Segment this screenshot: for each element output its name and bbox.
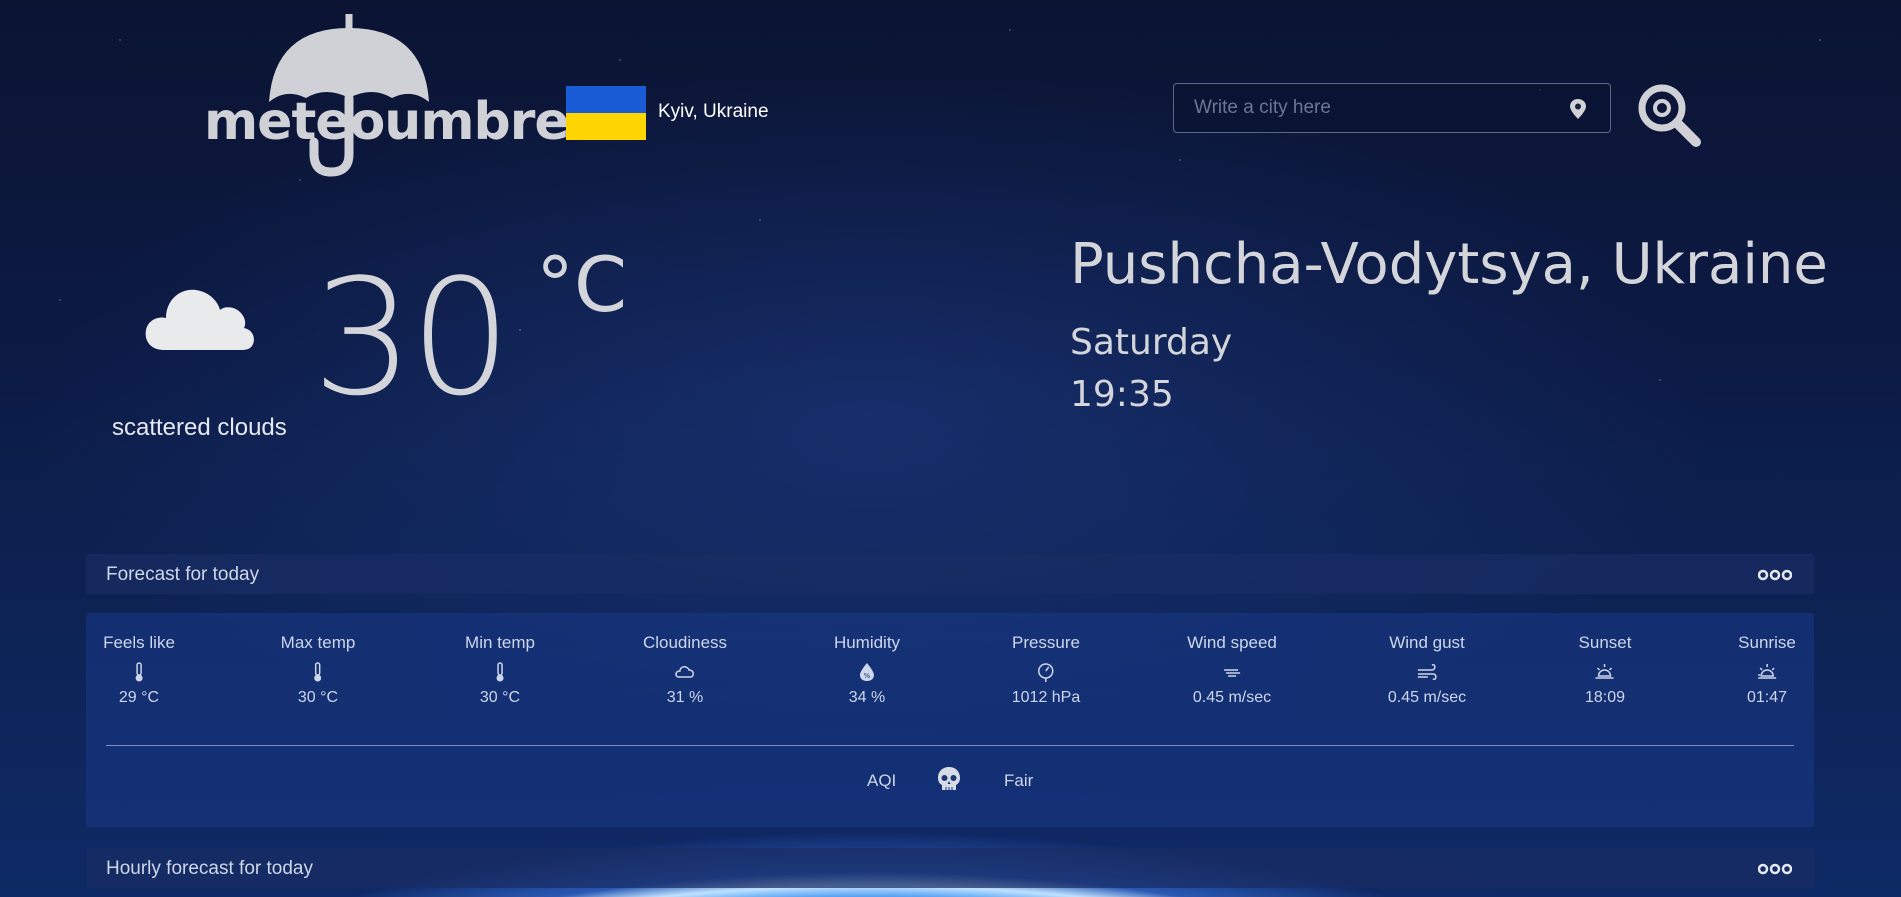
metric-feels-like: Feels like 29 °C (103, 633, 175, 707)
sunset-icon (1596, 664, 1614, 679)
metric-label: Pressure (1011, 633, 1081, 652)
aqi-row: AQI Fair (86, 763, 1814, 799)
aqi-label: AQI (867, 771, 897, 790)
metric-sunset: Sunset 18:09 (1579, 633, 1632, 707)
metric-pressure: Pressure 1012 hPa (1012, 633, 1081, 707)
temperature-unit: °C (536, 240, 628, 329)
more-dots-icon[interactable] (1758, 569, 1792, 581)
metric-label: Sunset (1578, 633, 1632, 652)
thermometer-icon (314, 662, 322, 682)
metric-value: 31 % (666, 689, 704, 706)
forecast-today-header[interactable]: Forecast for today (86, 554, 1814, 594)
metric-label: Wind gust (1389, 633, 1465, 652)
cloud-icon (675, 666, 694, 678)
logo[interactable]: meteoumbrella (204, 14, 637, 177)
weather-condition: scattered clouds (112, 414, 287, 441)
forecast-today-title: Forecast for today (106, 564, 260, 585)
forecast-today-panel: Feels like 29 °C Max temp 30 °C Min temp… (86, 613, 1814, 827)
metric-value: 30 °C (297, 689, 339, 706)
metric-min-temp: Min temp 30 °C (465, 633, 535, 707)
weekday: Saturday (1070, 322, 1233, 363)
aqi-value: Fair (1004, 771, 1034, 790)
metric-label: Max temp (280, 633, 356, 652)
metric-value: 18:09 (1584, 689, 1626, 706)
location-pin-icon[interactable] (1568, 98, 1588, 120)
wind-gust-icon (1417, 664, 1437, 680)
divider (106, 745, 1794, 746)
metric-humidity: Humidity % 34 % (834, 633, 900, 707)
metric-cloudiness: Cloudiness 31 % (643, 633, 727, 707)
metric-wind-gust: Wind gust 0.45 m/sec (1388, 633, 1466, 707)
metric-max-temp: Max temp 30 °C (281, 633, 356, 707)
more-dots-icon[interactable] (1758, 863, 1792, 875)
metric-wind-speed: Wind speed 0.45 m/sec (1187, 633, 1277, 707)
search-box (1173, 83, 1611, 133)
skull-icon (938, 767, 960, 790)
metric-value: 01:47 (1746, 689, 1788, 706)
svg-text:%: % (864, 672, 871, 680)
metric-value: 34 % (848, 689, 886, 706)
metric-value: 30 °C (479, 689, 521, 706)
ukraine-flag-icon (566, 86, 646, 140)
wind-icon (1224, 669, 1240, 677)
metric-label: Sunrise (1738, 633, 1796, 652)
metrics-row: Feels like 29 °C Max temp 30 °C Min temp… (103, 633, 1796, 723)
metric-label: Min temp (465, 633, 535, 652)
cloud-icon (145, 289, 254, 350)
city-name: Pushcha-Vodytsya, Ukraine (1070, 232, 1828, 297)
hourly-forecast-header[interactable]: Hourly forecast for today (86, 848, 1814, 888)
pressure-icon (1038, 663, 1054, 682)
metric-label: Humidity (833, 633, 901, 652)
user-location: Kyiv, Ukraine (658, 101, 769, 122)
thermometer-icon (496, 662, 504, 682)
metric-label: Cloudiness (642, 633, 728, 652)
city-search-input[interactable] (1174, 84, 1610, 132)
metric-label: Wind speed (1187, 633, 1277, 652)
thermometer-icon (135, 662, 143, 682)
metric-sunrise: Sunrise 01:47 (1738, 633, 1796, 707)
hourly-forecast-title: Hourly forecast for today (106, 858, 313, 879)
current-temperature: 30 (312, 244, 512, 431)
metric-value: 1012 hPa (1011, 689, 1081, 706)
local-time: 19:35 (1070, 374, 1174, 415)
metric-value: 0.45 m/sec (1192, 689, 1272, 706)
humidity-icon: % (860, 663, 874, 681)
search-icon[interactable] (1636, 82, 1702, 148)
sunrise-icon (1757, 664, 1776, 679)
metric-value: 0.45 m/sec (1387, 689, 1467, 706)
metric-value: 29 °C (118, 689, 160, 706)
metric-label: Feels like (103, 633, 175, 652)
